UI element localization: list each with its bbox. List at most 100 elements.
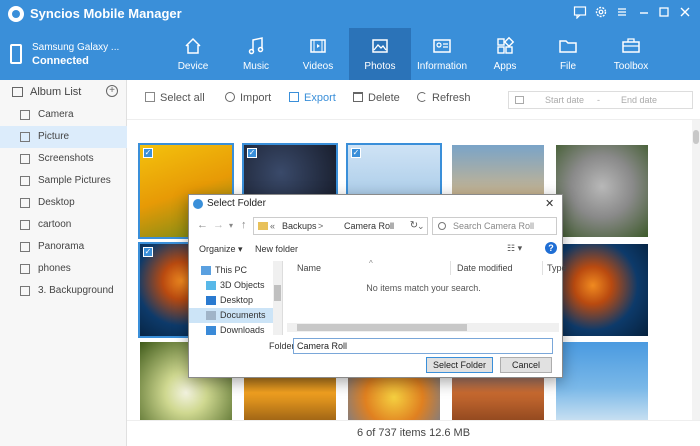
sidebar-item-label: Camera [38,109,74,120]
help-icon[interactable]: ? [545,242,557,254]
file-list: Name ^ Date modified Type No items match… [285,259,567,335]
sidebar-item-sample-pictures[interactable]: Sample Pictures [0,170,127,192]
tree-item-this-pc[interactable]: This PC [189,263,282,278]
export-button[interactable]: Export [289,92,336,108]
tab-music[interactable]: Music [225,28,287,80]
sidebar-item-picture[interactable]: Picture [0,126,127,148]
search-input[interactable]: Search Camera Roll [432,217,557,235]
tree-item-label: 3D Objects [220,280,265,290]
sidebar-item-label: cartoon [38,219,72,230]
album-icon [20,154,30,164]
tree-item-label: Desktop [220,295,254,305]
album-icon [20,242,30,252]
cancel-button[interactable]: Cancel [500,357,552,373]
apps-icon [497,36,515,54]
checkbox-checked-icon[interactable]: ✓ [143,148,153,158]
up-arrow-icon[interactable]: ↑ [241,219,247,231]
column-header-date[interactable]: Date modified [457,263,513,273]
import-label: Import [240,92,272,104]
horizontal-scrollbar[interactable] [287,323,559,332]
end-date-input[interactable]: End date [621,95,657,105]
folder-name-input[interactable] [293,338,553,354]
select-all-label: Select all [160,92,205,104]
maximize-icon[interactable] [656,5,672,21]
tab-toolbox[interactable]: Toolbox [600,28,662,80]
checkbox-checked-icon[interactable]: ✓ [351,148,361,158]
scrollbar-thumb[interactable] [693,130,699,144]
album-sidebar: Album List + Camera Picture Screenshots … [0,80,127,446]
minimize-icon[interactable] [636,5,652,21]
sidebar-item-screenshots[interactable]: Screenshots [0,148,127,170]
select-folder-button[interactable]: Select Folder [426,357,493,373]
scrollbar-thumb[interactable] [297,324,467,331]
forward-arrow-icon[interactable]: → [213,219,224,231]
refresh-button[interactable]: Refresh [417,92,471,108]
trash-icon [353,92,363,102]
dialog-close-icon[interactable]: ✕ [545,197,554,210]
sidebar-item-backupground[interactable]: 3. Backupground [0,280,127,302]
refresh-icon[interactable]: ↻ [407,217,421,235]
address-bar: ← → ▾ ↑ « Backups > Camera Roll ⌄ ↻ Sear… [189,217,562,237]
device-info[interactable]: Samsung Galaxy ... Connected [0,28,160,80]
breadcrumb[interactable]: « Backups > Camera Roll ⌄ [253,217,428,235]
tree-scrollbar[interactable] [273,261,282,335]
organize-button[interactable]: Organize ▾ [199,244,243,255]
sidebar-item-label: Desktop [38,197,75,208]
column-header-name[interactable]: Name [297,263,321,273]
breadcrumb-separator: > [318,221,324,231]
scrollbar-thumb[interactable] [274,285,281,301]
home-icon [185,37,201,54]
sidebar-item-desktop[interactable]: Desktop [0,192,127,214]
sidebar-item-label: Sample Pictures [38,175,111,186]
add-album-icon[interactable]: + [106,85,118,97]
checkbox-checked-icon[interactable]: ✓ [143,247,153,257]
date-range-filter[interactable]: Start date - End date [508,91,693,109]
menu-icon[interactable] [614,5,630,21]
feedback-icon[interactable] [572,5,588,21]
back-arrow-icon[interactable]: ← [197,219,208,231]
folder-row: Folder: [189,337,562,355]
sidebar-item-cartoon[interactable]: cartoon [0,214,127,236]
breadcrumb-overflow[interactable]: « [270,221,275,231]
select-all-button[interactable]: Select all [145,92,205,108]
date-separator: - [597,95,600,105]
select-folder-dialog: Select Folder ✕ ← → ▾ ↑ « Backups > Came… [188,194,567,378]
recent-dropdown-icon[interactable]: ▾ [229,221,233,230]
tab-information[interactable]: Information [411,28,473,80]
breadcrumb-camera-roll[interactable]: Camera Roll [344,221,394,231]
photo-toolbar: Select all Import Export Delete Refresh … [127,80,700,120]
photo-thumbnail-jellyfish-2[interactable] [556,244,648,336]
view-options-icon[interactable]: ☷ ▾ [507,243,527,255]
tree-item-documents[interactable]: Documents [189,308,282,323]
app-logo-icon [193,199,203,209]
document-icon [206,311,216,320]
top-nav: Samsung Galaxy ... Connected Device Musi… [0,28,700,80]
tree-item-downloads[interactable]: Downloads [189,323,282,335]
tab-file[interactable]: File [537,28,599,80]
tab-videos[interactable]: Videos [287,28,349,80]
new-folder-button[interactable]: New folder [255,244,298,254]
sidebar-item-camera[interactable]: Camera [0,104,127,126]
photo-thumbnail-koala[interactable] [556,145,648,237]
checkbox-checked-icon[interactable]: ✓ [247,148,257,158]
device-name: Samsung Galaxy ... [32,42,120,53]
photo-thumbnail-sky[interactable] [556,342,648,420]
delete-button[interactable]: Delete [353,92,400,108]
sidebar-item-panorama[interactable]: Panorama [0,236,127,258]
breadcrumb-backups[interactable]: Backups [282,221,317,231]
album-icon [20,198,30,208]
gear-icon[interactable] [593,5,609,21]
tab-apps[interactable]: Apps [474,28,536,80]
tree-item-desktop[interactable]: Desktop [189,293,282,308]
column-divider [542,261,543,275]
column-header-type[interactable]: Type [547,263,567,273]
tab-photos[interactable]: Photos [349,28,411,80]
sidebar-item-phones[interactable]: phones [0,258,127,280]
tab-device[interactable]: Device [162,28,224,80]
close-icon[interactable] [677,5,693,21]
tree-item-3d-objects[interactable]: 3D Objects [189,278,282,293]
tab-label: Information [416,61,468,72]
start-date-input[interactable]: Start date [545,95,584,105]
import-button[interactable]: Import [225,92,271,108]
grid-scrollbar[interactable] [692,120,700,420]
